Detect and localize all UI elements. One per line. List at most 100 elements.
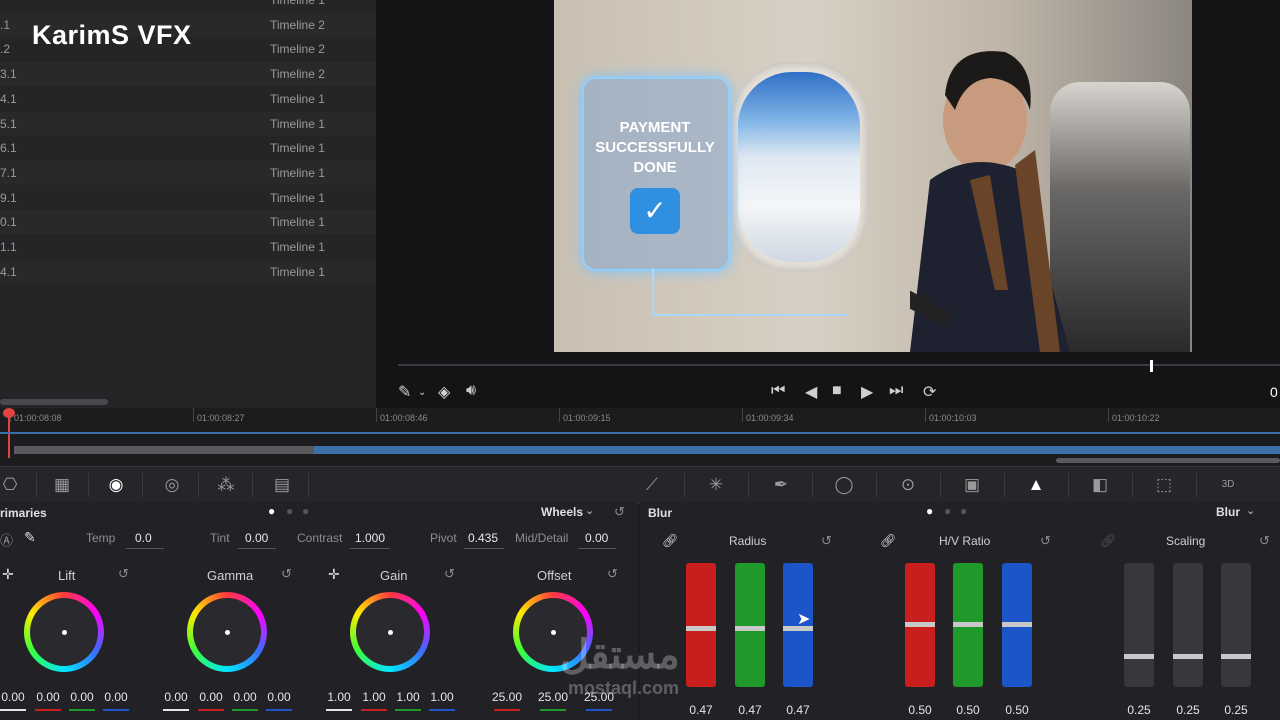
gain-value-b[interactable]: 1.00	[426, 690, 458, 704]
offset-wheel-puck[interactable]	[551, 630, 556, 635]
scaling-blue-value[interactable]: 0.25	[1219, 703, 1253, 717]
gamma-wheel-puck[interactable]	[225, 630, 230, 635]
scaling-red-value[interactable]: 0.25	[1122, 703, 1156, 717]
link-icon[interactable]: 🔗︎	[1100, 533, 1117, 549]
link-icon[interactable]: 🔗︎	[880, 533, 897, 549]
timeline-ruler[interactable]: 01:00:08:08 01:00:08:27 01:00:08:46 01:00:0…	[0, 408, 1280, 430]
window-icon[interactable]: ◯	[834, 475, 854, 495]
blur-icon[interactable]: ▲	[1026, 475, 1046, 495]
media-pool-row[interactable]: 4.1 Timeline 1	[0, 86, 376, 111]
reset-icon[interactable]: ↺	[607, 566, 618, 582]
reset-icon[interactable]: ↺	[821, 533, 832, 549]
gain-value-r[interactable]: 1.00	[358, 690, 390, 704]
timeline-clip[interactable]	[314, 446, 1280, 454]
sizing-icon[interactable]: ⬚	[1154, 475, 1174, 495]
media-pool-row[interactable]: 9.1 Timeline 1	[0, 185, 376, 210]
lift-value-y[interactable]: 0.00	[0, 690, 29, 704]
media-pool-row[interactable]: 5.1 Timeline 1	[0, 111, 376, 136]
loop-icon[interactable]: ⟳	[923, 382, 936, 402]
hv-ratio-red-knob[interactable]	[905, 622, 935, 627]
page-dot[interactable]: ●	[302, 504, 309, 518]
crosshair-icon[interactable]: ✛	[328, 566, 340, 583]
page-dot[interactable]: ●	[960, 504, 967, 518]
scaling-blue-knob[interactable]	[1221, 654, 1251, 659]
page-dot-active[interactable]: ●	[926, 504, 933, 518]
offset-value-r[interactable]: 25.00	[489, 690, 525, 704]
gain-value-y[interactable]: 1.00	[323, 690, 355, 704]
3d-icon[interactable]: 3D	[1218, 479, 1238, 490]
layers-icon[interactable]: ◈	[438, 382, 450, 402]
mid-detail-value[interactable]: 0.00	[585, 531, 608, 545]
reset-icon[interactable]: ↺	[614, 504, 625, 520]
color-warper-icon[interactable]: ✳	[706, 475, 726, 495]
stop-icon[interactable]: ■	[832, 382, 842, 400]
scaling-red-knob[interactable]	[1124, 654, 1154, 659]
motion-effects-icon[interactable]: ▤	[272, 475, 292, 495]
hv-ratio-red-value[interactable]: 0.50	[903, 703, 937, 717]
temp-value[interactable]: 0.0	[135, 531, 152, 545]
curves-icon[interactable]: ⟋	[642, 475, 662, 495]
scaling-green-value[interactable]: 0.25	[1171, 703, 1205, 717]
radius-red-knob[interactable]	[686, 626, 716, 631]
tint-value[interactable]: 0.00	[245, 531, 268, 545]
reset-icon[interactable]: ↺	[118, 566, 129, 582]
radius-green-knob[interactable]	[735, 626, 765, 631]
reset-icon[interactable]: ↺	[444, 566, 455, 582]
hdr-icon[interactable]: ◎	[162, 475, 182, 495]
media-pool-row[interactable]: 7.1 Timeline 1	[0, 160, 376, 185]
chevron-down-icon[interactable]: ⌄	[418, 387, 426, 398]
media-pool-row[interactable]: Timeline 1	[0, 0, 376, 12]
hv-ratio-green-value[interactable]: 0.50	[951, 703, 985, 717]
contrast-value[interactable]: 1.000	[355, 531, 385, 545]
chevron-down-icon[interactable]: ⌄	[585, 504, 594, 517]
skip-end-icon[interactable]: ⏭︎	[889, 382, 903, 400]
media-pool-row[interactable]: 4.1 Timeline 1	[0, 259, 376, 284]
magic-mask-icon[interactable]: ▣	[962, 475, 982, 495]
scaling-blue-slider[interactable]	[1221, 563, 1251, 687]
viewer-scrub-bar[interactable]	[398, 364, 1280, 366]
step-back-icon[interactable]: ◀︎	[805, 382, 817, 402]
page-dot-active[interactable]: ●	[268, 504, 275, 518]
lift-value-b[interactable]: 0.00	[100, 690, 132, 704]
scaling-green-slider[interactable]	[1173, 563, 1203, 687]
hv-ratio-blue-knob[interactable]	[1002, 622, 1032, 627]
pivot-value[interactable]: 0.435	[468, 531, 498, 545]
reset-icon[interactable]: ↺	[1040, 533, 1051, 549]
scaling-red-slider[interactable]	[1124, 563, 1154, 687]
radius-green-value[interactable]: 0.47	[733, 703, 767, 717]
blur-mode-select[interactable]: Blur	[1216, 505, 1240, 519]
page-dot[interactable]: ●	[286, 504, 293, 518]
timeline-scrollbar[interactable]	[1056, 458, 1280, 463]
reset-icon[interactable]: ↺	[281, 566, 292, 582]
gamma-value-b[interactable]: 0.00	[263, 690, 295, 704]
scaling-green-knob[interactable]	[1173, 654, 1203, 659]
radius-red-slider[interactable]	[686, 563, 716, 687]
qualifier-icon[interactable]: ✒	[771, 475, 791, 495]
lift-wheel-puck[interactable]	[62, 630, 67, 635]
lift-value-r[interactable]: 0.00	[32, 690, 64, 704]
color-match-icon[interactable]: ▦	[52, 475, 72, 495]
media-pool-row[interactable]: 6.1 Timeline 1	[0, 136, 376, 161]
media-pool-row[interactable]: 1.1 Timeline 1	[0, 235, 376, 259]
wheels-mode-select[interactable]: Wheels	[541, 505, 583, 519]
radius-green-slider[interactable]	[735, 563, 765, 687]
crosshair-icon[interactable]: ✛	[2, 566, 14, 583]
radius-red-value[interactable]: 0.47	[684, 703, 718, 717]
viewer-scrub-handle[interactable]	[1150, 360, 1154, 372]
page-dot[interactable]: ●	[944, 504, 951, 518]
link-icon[interactable]: 🔗︎	[662, 533, 679, 549]
gain-value-g[interactable]: 1.00	[392, 690, 424, 704]
pen-icon[interactable]: ✎	[398, 382, 411, 402]
speaker-icon[interactable]: 🔊︎	[466, 382, 476, 400]
playhead[interactable]	[8, 410, 10, 458]
skip-start-icon[interactable]: ⏮︎	[771, 382, 785, 400]
camera-raw-icon[interactable]: ⎔	[0, 475, 20, 495]
media-pool-row[interactable]: 0.1 Timeline 1	[0, 210, 376, 235]
play-icon[interactable]: ▶︎	[861, 382, 873, 402]
chevron-down-icon[interactable]: ⌄	[1246, 504, 1255, 517]
lift-value-g[interactable]: 0.00	[66, 690, 98, 704]
gamma-value-y[interactable]: 0.00	[160, 690, 192, 704]
auto-balance-icon[interactable]: Ⓐ	[0, 530, 13, 549]
hv-ratio-green-knob[interactable]	[953, 622, 983, 627]
timeline-clip[interactable]	[14, 446, 314, 454]
